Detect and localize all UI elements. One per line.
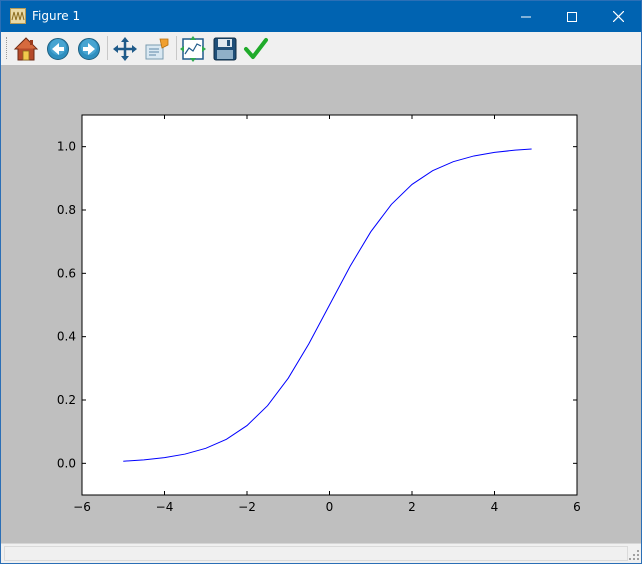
figure-canvas[interactable]: −6 −4 −2 0 2 4 6 0.0 0.2 0.4 0.6 0.8 1.0 xyxy=(1,65,641,543)
forward-arrow-icon xyxy=(78,38,100,60)
home-button[interactable] xyxy=(13,36,39,62)
x-tick-label: 4 xyxy=(491,500,499,514)
size-grip-icon[interactable] xyxy=(629,550,639,560)
x-tick-label: 6 xyxy=(573,500,581,514)
figure-window: Figure 1 −6 −4 −2 0 2 4 6 0.0 0.2 0.4 0.… xyxy=(0,0,642,564)
y-tick-label: 0.0 xyxy=(57,456,76,470)
figure-app-icon[interactable] xyxy=(10,8,26,24)
toolbar-separator xyxy=(107,36,108,60)
subplots-button[interactable] xyxy=(180,36,206,62)
x-tick-label: −4 xyxy=(156,500,174,514)
save-floppy-icon xyxy=(213,37,237,61)
close-button[interactable] xyxy=(595,1,641,32)
toolbar-separator xyxy=(176,36,177,60)
pan-button[interactable] xyxy=(112,36,138,62)
maximize-button[interactable] xyxy=(549,1,595,32)
minimize-icon xyxy=(521,16,531,17)
close-icon xyxy=(612,11,624,22)
back-arrow-icon xyxy=(47,38,69,60)
zoom-button[interactable] xyxy=(144,36,170,62)
y-tick-label: 0.4 xyxy=(57,330,76,344)
y-tick-label: 0.6 xyxy=(57,266,76,280)
pan-move-icon xyxy=(113,37,137,61)
save-button[interactable] xyxy=(212,36,238,62)
back-button[interactable] xyxy=(45,36,71,62)
plot-svg: −6 −4 −2 0 2 4 6 0.0 0.2 0.4 0.6 0.8 1.0 xyxy=(57,114,581,514)
home-icon xyxy=(13,37,39,61)
toolbar-grip[interactable] xyxy=(6,37,9,59)
status-bar xyxy=(1,543,641,563)
x-tick-label: −6 xyxy=(73,500,91,514)
edit-parameters-check-icon xyxy=(244,38,268,59)
forward-button[interactable] xyxy=(76,36,102,62)
configure-subplots-icon xyxy=(180,36,206,62)
edit-button[interactable] xyxy=(243,36,269,62)
x-tick-label: 2 xyxy=(408,500,416,514)
navigation-toolbar xyxy=(1,32,641,65)
maximize-icon xyxy=(567,11,577,22)
minimize-button[interactable] xyxy=(503,1,549,32)
y-tick-label: 0.8 xyxy=(57,203,76,217)
window-title: Figure 1 xyxy=(32,9,81,23)
y-tick-label: 1.0 xyxy=(57,140,76,154)
status-message-field xyxy=(4,546,628,561)
title-bar[interactable]: Figure 1 xyxy=(1,1,641,32)
y-tick-label: 0.2 xyxy=(57,393,76,407)
x-tick-label: −2 xyxy=(238,500,256,514)
x-tick-label: 0 xyxy=(326,500,334,514)
zoom-rectangle-icon xyxy=(145,38,169,60)
